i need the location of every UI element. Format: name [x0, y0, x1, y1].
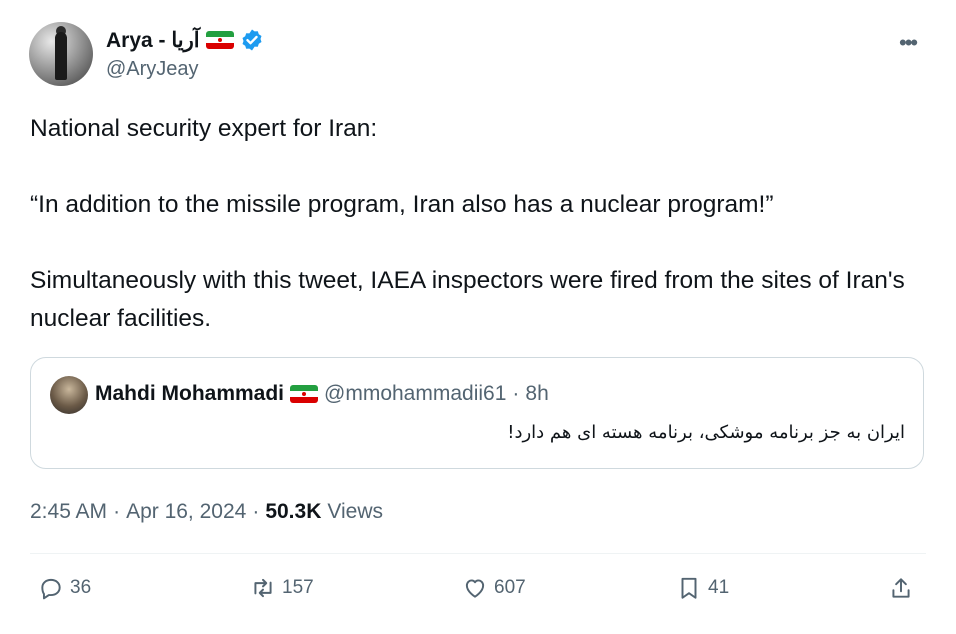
heart-icon — [465, 579, 485, 598]
like-button[interactable]: 607 — [462, 575, 526, 601]
tweet-text-quote-line: “In addition to the missile program, Ira… — [30, 191, 774, 218]
tweet-time[interactable]: 2:45 AM — [30, 500, 107, 524]
action-bar: 36 157 607 41 — [38, 575, 918, 611]
like-count: 607 — [494, 577, 526, 598]
tweet-date[interactable]: Apr 16, 2024 — [126, 500, 246, 524]
tweet-text: National security expert for Iran: “In a… — [30, 110, 930, 338]
meta-separator: · — [252, 500, 260, 523]
reply-button[interactable]: 36 — [38, 575, 91, 601]
iran-flag-icon — [205, 31, 234, 49]
reply-count: 36 — [70, 577, 92, 598]
tweet-text-line: Simultaneously with this tweet, IAEA ins… — [30, 267, 905, 332]
bookmark-icon — [681, 577, 697, 599]
meta-separator: · — [113, 500, 121, 523]
more-options-icon[interactable]: ••• — [899, 30, 918, 56]
avatar-figure-body — [55, 32, 67, 80]
quoted-time[interactable]: 8h — [525, 382, 548, 406]
views-count: 50.3K — [265, 500, 322, 523]
quoted-text: ایران به جز برنامه موشکی، برنامه هسته ای… — [507, 422, 905, 443]
verified-badge-icon[interactable] — [240, 28, 264, 52]
author-name-row: Arya - آریا — [106, 26, 264, 54]
quoted-display-name[interactable]: Mahdi Mohammadi — [95, 382, 284, 406]
repost-icon — [254, 578, 272, 598]
quoted-tweet-card[interactable]: Mahdi Mohammadi @mmohammadii61 · 8h ایرا… — [30, 357, 924, 469]
tweet-meta: 2:45 AM · Apr 16, 2024 · 50.3K Views — [30, 500, 383, 524]
divider — [30, 553, 926, 554]
author-display-name[interactable]: Arya - آریا — [106, 28, 200, 53]
share-icon — [892, 578, 910, 598]
tweet-text-line: National security expert for Iran: — [30, 115, 378, 142]
quoted-handle[interactable]: @mmohammadii61 — [324, 382, 506, 406]
author-handle[interactable]: @AryJeay — [106, 58, 199, 81]
repost-button[interactable]: 157 — [250, 575, 314, 601]
iran-flag-icon — [290, 385, 319, 403]
quoted-avatar[interactable] — [50, 376, 88, 414]
quoted-separator: · — [512, 382, 520, 405]
bookmark-count: 41 — [708, 577, 730, 598]
author-avatar[interactable] — [29, 22, 93, 86]
views-label: Views — [327, 500, 384, 523]
quoted-name-row: Mahdi Mohammadi @mmohammadii61 · 8h — [95, 382, 549, 406]
bookmark-button[interactable]: 41 — [676, 575, 729, 601]
share-button[interactable] — [888, 575, 914, 601]
repost-count: 157 — [282, 577, 314, 598]
reply-icon — [41, 578, 61, 600]
